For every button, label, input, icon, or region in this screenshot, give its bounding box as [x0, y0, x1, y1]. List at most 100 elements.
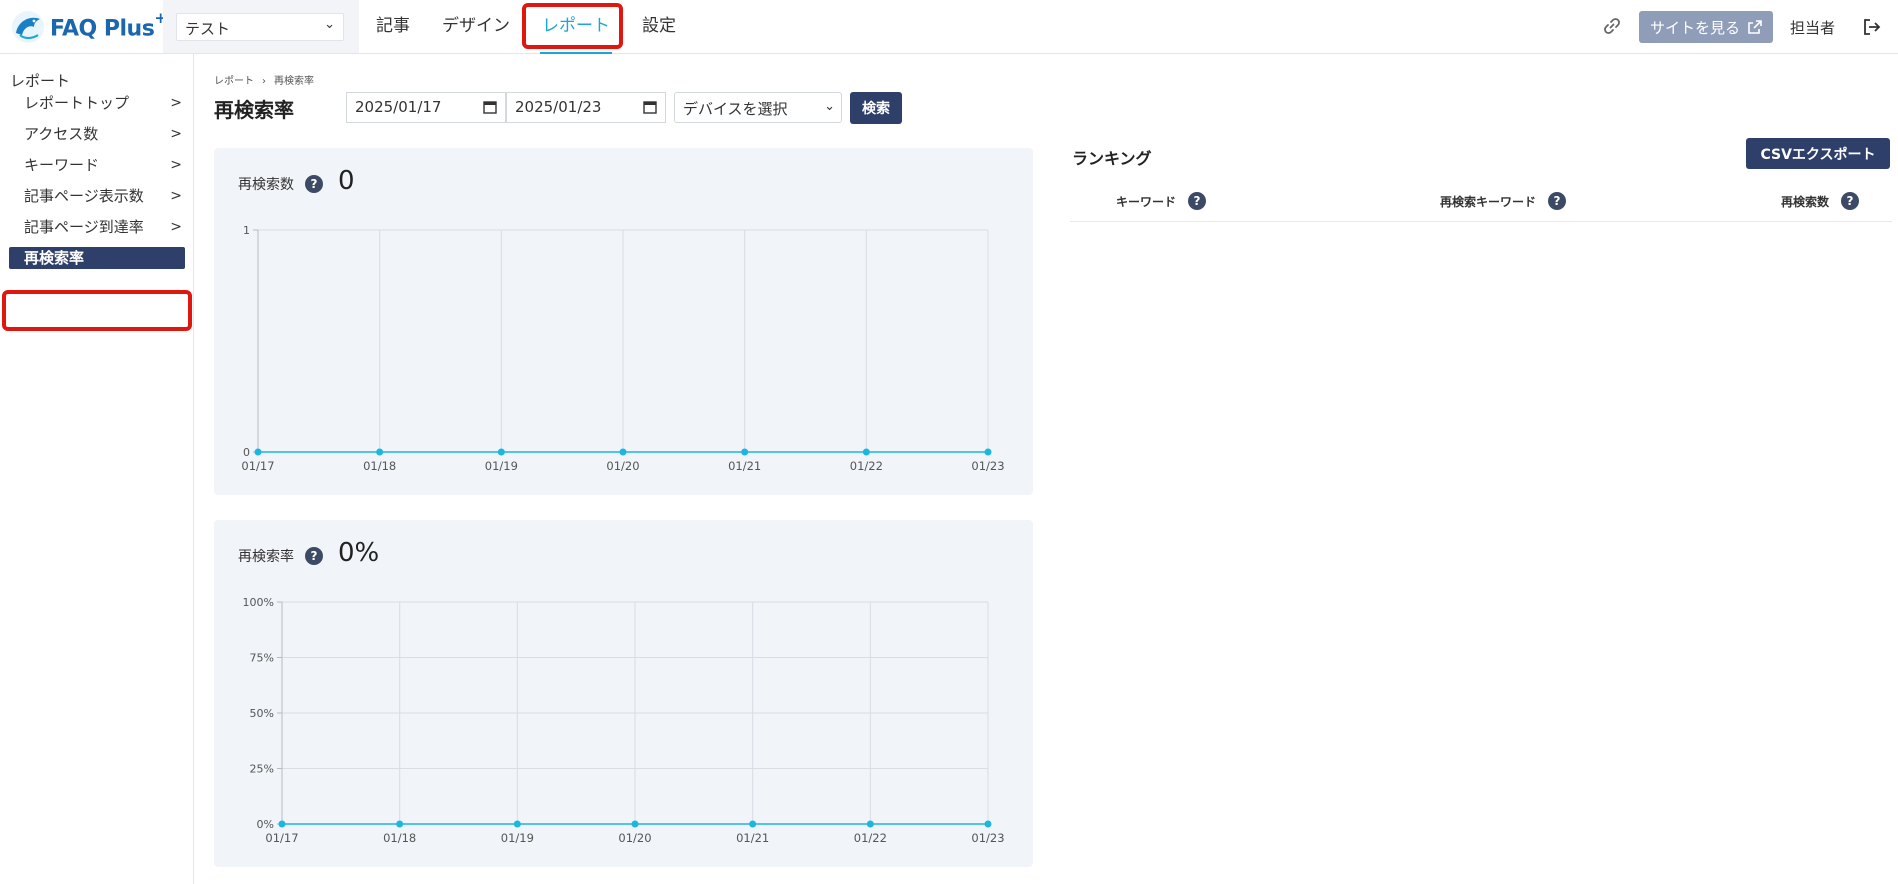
- csv-export-button[interactable]: CSVエクスポート: [1746, 138, 1890, 169]
- data-point: [741, 448, 749, 456]
- help-icon[interactable]: ?: [1188, 192, 1207, 210]
- column-label: 再検索数: [1781, 194, 1830, 209]
- sidebar-item-label: 記事ページ表示数: [24, 187, 144, 205]
- data-point: [513, 820, 521, 828]
- sidebar-item-reach-rate[interactable]: 記事ページ到達率 >: [0, 212, 194, 243]
- y-tick-label: 75%: [250, 652, 274, 665]
- view-site-label: サイトを見る: [1649, 18, 1740, 37]
- chevron-right-icon: >: [170, 126, 182, 142]
- chevron-down-icon: ⌄: [824, 99, 835, 114]
- external-link-icon: [1748, 20, 1762, 34]
- x-tick-label: 01/18: [363, 459, 396, 473]
- chevron-right-icon: >: [170, 219, 182, 235]
- calendar-icon[interactable]: [483, 100, 497, 114]
- help-icon[interactable]: ?: [305, 175, 323, 193]
- date-from-input[interactable]: 2025/01/17: [346, 92, 506, 123]
- data-point: [497, 448, 505, 456]
- date-to-value: 2025/01/23: [515, 98, 602, 116]
- help-icon[interactable]: ?: [305, 547, 323, 565]
- site-select[interactable]: テスト ⌄: [176, 13, 344, 41]
- site-select-value: テスト: [185, 20, 231, 38]
- chevron-right-icon: >: [170, 95, 182, 111]
- ranking-title: ランキング: [1072, 149, 1152, 168]
- site-select-area: テスト ⌄: [163, 0, 359, 53]
- sidebar: レポート レポートトップ > アクセス数 > キーワード > 記事ページ表示数 …: [0, 54, 194, 884]
- research-rate-chart: 0% 25% 50% 75% 100% 01/17 01/18 01/19 01/20 01/21…: [243, 596, 1005, 845]
- column-research-keyword[interactable]: 再検索キーワード ?: [1440, 192, 1567, 210]
- nav-settings[interactable]: 設定: [626, 0, 692, 53]
- ranking-table-header: キーワード ? 再検索キーワード ? 再検索数 ?: [1070, 190, 1892, 222]
- x-tick-label: 01/18: [383, 831, 416, 845]
- link-icon[interactable]: [1602, 16, 1622, 36]
- y-tick-label: 0%: [257, 818, 274, 831]
- nav-report[interactable]: レポート: [526, 0, 626, 54]
- date-to-input[interactable]: 2025/01/23: [506, 92, 666, 123]
- chevron-right-icon: >: [170, 157, 182, 173]
- chevron-right-icon: >: [170, 188, 182, 204]
- y-tick-label: 25%: [250, 763, 274, 776]
- x-tick-label: 01/22: [854, 831, 887, 845]
- highlight-box-sidebar: [2, 290, 192, 331]
- x-tick-label: 01/17: [241, 459, 274, 473]
- card-value: 0%: [338, 538, 380, 568]
- card-title: 再検索率: [238, 549, 294, 565]
- research-count-chart: 0 1 01/17 01/18 01/19 01/20 01/21 01/22 01/23: [241, 224, 1004, 473]
- view-site-button[interactable]: サイトを見る: [1639, 11, 1773, 43]
- device-select-value: デバイスを選択: [683, 100, 788, 118]
- column-label: 再検索キーワード: [1440, 194, 1537, 209]
- data-point: [984, 448, 992, 456]
- column-keyword[interactable]: キーワード ?: [1116, 192, 1207, 210]
- page-title: 再検索率: [214, 98, 294, 122]
- top-nav: 記事 デザイン レポート 設定: [360, 0, 692, 54]
- help-icon[interactable]: ?: [1548, 192, 1567, 210]
- logo[interactable]: FAQ Plus+: [10, 6, 167, 48]
- sidebar-item-label: 記事ページ到達率: [24, 218, 144, 236]
- search-button[interactable]: 検索: [850, 92, 902, 124]
- nav-articles[interactable]: 記事: [360, 0, 426, 53]
- logout-icon[interactable]: [1862, 17, 1882, 37]
- y-tick-label: 0: [243, 446, 250, 459]
- x-tick-label: 01/23: [971, 831, 1004, 845]
- chevron-down-icon: ⌄: [324, 17, 335, 32]
- y-tick-label: 1: [243, 224, 250, 237]
- data-point: [984, 820, 992, 828]
- data-point: [396, 820, 404, 828]
- sidebar-item-keyword[interactable]: キーワード >: [0, 150, 194, 181]
- x-tick-label: 01/22: [850, 459, 883, 473]
- breadcrumb-report[interactable]: レポート: [214, 76, 254, 87]
- logo-text: FAQ Plus+: [50, 8, 167, 42]
- y-tick-label: 100%: [243, 596, 274, 609]
- x-tick-label: 01/20: [606, 459, 639, 473]
- calendar-icon[interactable]: [643, 100, 657, 114]
- card-value: 0: [338, 166, 355, 196]
- device-select[interactable]: デバイスを選択 ⌄: [674, 92, 842, 123]
- user-menu[interactable]: 担当者: [1790, 17, 1835, 38]
- sidebar-list: レポートトップ > アクセス数 > キーワード > 記事ページ表示数 > 記事ペ…: [0, 88, 194, 269]
- x-tick-label: 01/20: [618, 831, 651, 845]
- data-point: [254, 448, 262, 456]
- x-tick-label: 01/21: [728, 459, 761, 473]
- card-title: 再検索数: [238, 177, 294, 193]
- sidebar-item-research-rate[interactable]: 再検索率: [9, 247, 185, 269]
- sidebar-item-label: キーワード: [24, 156, 100, 174]
- sidebar-item-label: レポートトップ: [24, 94, 130, 112]
- y-tick-label: 50%: [250, 707, 274, 720]
- data-point: [619, 448, 627, 456]
- column-research-count[interactable]: 再検索数 ?: [1781, 192, 1860, 210]
- sidebar-item-label: アクセス数: [24, 125, 99, 143]
- x-tick-label: 01/21: [736, 831, 769, 845]
- x-tick-label: 01/23: [971, 459, 1004, 473]
- data-point: [866, 820, 874, 828]
- data-point: [862, 448, 870, 456]
- sidebar-item-page-views[interactable]: 記事ページ表示数 >: [0, 181, 194, 212]
- breadcrumb-current: 再検索率: [274, 76, 314, 87]
- sidebar-item-report-top[interactable]: レポートトップ >: [0, 88, 194, 119]
- nav-design[interactable]: デザイン: [426, 0, 526, 53]
- sidebar-item-access[interactable]: アクセス数 >: [0, 119, 194, 150]
- sidebar-item-label: 再検索率: [24, 249, 85, 267]
- data-point: [631, 820, 639, 828]
- x-tick-label: 01/19: [501, 831, 534, 845]
- help-icon[interactable]: ?: [1841, 192, 1860, 210]
- research-rate-card: 0% 25% 50% 75% 100% 01/17 01/18 01/19 01/20 01/21…: [214, 520, 1033, 867]
- dolphin-logo-icon: [12, 11, 44, 43]
